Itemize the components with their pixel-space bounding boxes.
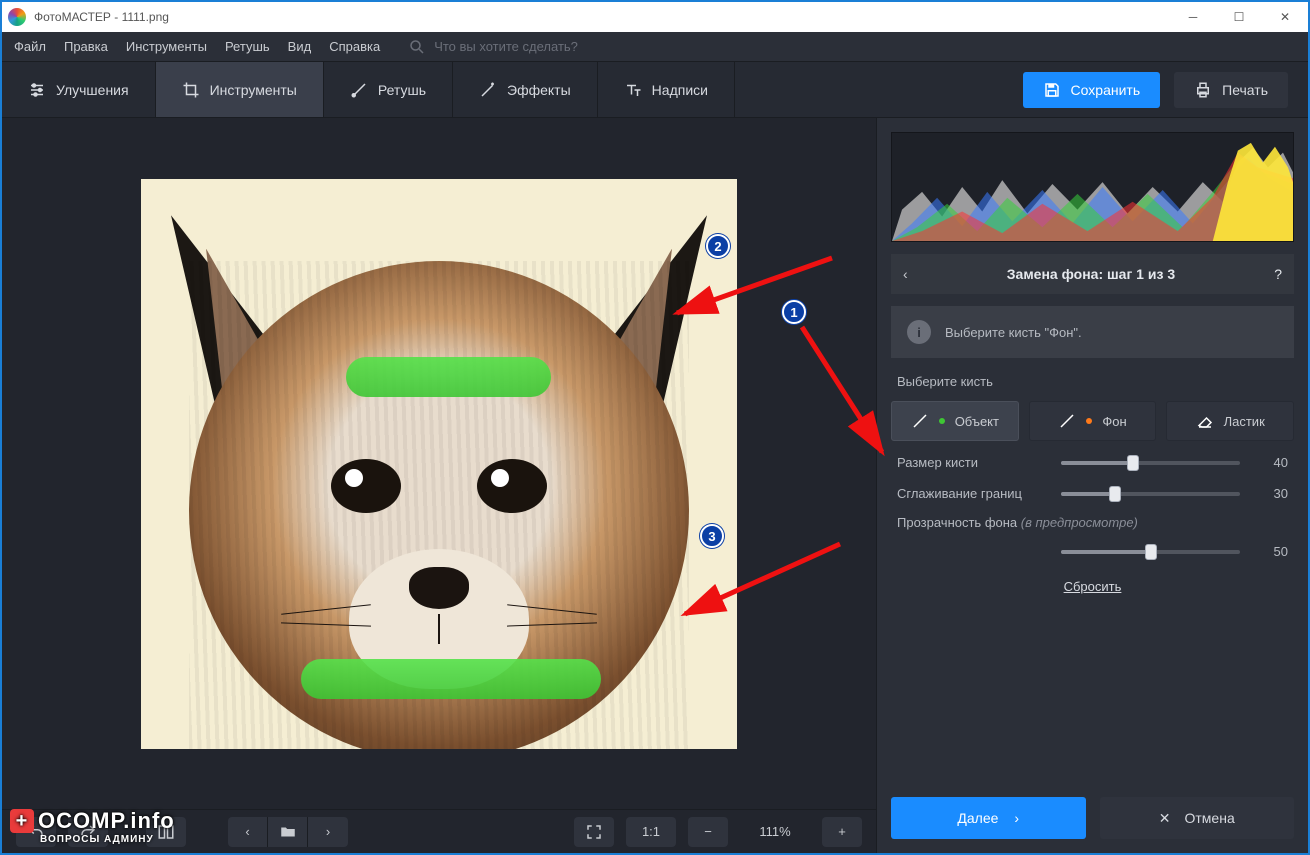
menubar: Файл Правка Инструменты Ретушь Вид Справ…: [2, 32, 1308, 62]
brush-icon: [350, 81, 368, 99]
tab-effects[interactable]: Эффекты: [453, 62, 598, 117]
tab-label: Ретушь: [378, 82, 426, 98]
save-button[interactable]: Сохранить: [1023, 72, 1161, 108]
reset-link[interactable]: Сбросить: [891, 573, 1294, 600]
print-icon: [1194, 81, 1212, 99]
fit-screen-button[interactable]: [574, 817, 614, 847]
sliders-icon: [28, 81, 46, 99]
plus-icon: +: [10, 809, 34, 833]
tab-label: Надписи: [652, 82, 708, 98]
save-label: Сохранить: [1071, 82, 1141, 98]
window-minimize-button[interactable]: ─: [1170, 2, 1216, 32]
panel-header: ‹ Замена фона: шаг 1 из 3 ?: [891, 254, 1294, 294]
eraser-icon: [1196, 412, 1214, 430]
crop-icon: [182, 81, 200, 99]
histogram[interactable]: [891, 132, 1294, 242]
tab-label: Инструменты: [210, 82, 297, 98]
feather-slider[interactable]: [1061, 492, 1240, 496]
prev-image-button[interactable]: ‹: [228, 817, 268, 847]
annotation-arrow-3: [670, 534, 850, 628]
print-label: Печать: [1222, 82, 1268, 98]
window-close-button[interactable]: ✕: [1262, 2, 1308, 32]
window-maximize-button[interactable]: ☐: [1216, 2, 1262, 32]
brush-size-value: 40: [1254, 455, 1288, 470]
window-title: ФотоМАСТЕР - 1111.png: [34, 10, 169, 24]
menu-help[interactable]: Справка: [329, 39, 380, 54]
feather-label: Сглаживание границ: [897, 486, 1047, 501]
image-canvas[interactable]: [141, 179, 737, 749]
annotation-badge-1: 1: [782, 300, 806, 324]
print-button[interactable]: Печать: [1174, 72, 1288, 108]
object-mask-stroke: [301, 659, 601, 699]
menu-tools[interactable]: Инструменты: [126, 39, 207, 54]
open-folder-button[interactable]: [268, 817, 308, 847]
annotation-badge-3: 3: [700, 524, 724, 548]
panel-back-button[interactable]: ‹: [903, 266, 908, 282]
next-button[interactable]: Далее ›: [891, 797, 1086, 839]
search-icon: [408, 38, 426, 56]
save-icon: [1043, 81, 1061, 99]
annotation-badge-2: 2: [706, 234, 730, 258]
tab-label: Улучшения: [56, 82, 129, 98]
panel-help-button[interactable]: ?: [1274, 266, 1282, 282]
tab-enhance[interactable]: Улучшения: [2, 62, 156, 117]
annotation-arrow-1: [792, 322, 992, 462]
menu-file[interactable]: Файл: [14, 39, 46, 54]
close-icon: ✕: [1159, 810, 1171, 827]
brush-icon: [1058, 412, 1076, 430]
menu-edit[interactable]: Правка: [64, 39, 108, 54]
titlebar: ФотоМАСТЕР - 1111.png ─ ☐ ✕: [2, 2, 1308, 32]
zoom-value: 111%: [740, 824, 810, 839]
opacity-label: Прозрачность фона: [897, 515, 1017, 530]
zoom-1to1-button[interactable]: 1:1: [626, 817, 676, 847]
properties-sidebar: ‹ Замена фона: шаг 1 из 3 ? i Выберите к…: [876, 118, 1308, 853]
zoom-in-button[interactable]: +: [822, 817, 862, 847]
search-input[interactable]: [434, 39, 654, 54]
feather-value: 30: [1254, 486, 1288, 501]
menu-view[interactable]: Вид: [288, 39, 312, 54]
bg-opacity-slider[interactable]: [1061, 550, 1240, 554]
watermark: +OCOMP.info ВОПРОСЫ АДМИНУ: [10, 809, 175, 845]
app-logo-icon: [8, 8, 26, 26]
tab-tools[interactable]: Инструменты: [156, 62, 324, 117]
wand-icon: [479, 81, 497, 99]
tab-retouch[interactable]: Ретушь: [324, 62, 453, 117]
menu-retouch[interactable]: Ретушь: [225, 39, 270, 54]
chevron-right-icon: ›: [1014, 810, 1019, 826]
tab-text[interactable]: Надписи: [598, 62, 735, 117]
mode-tabs: Улучшения Инструменты Ретушь Эффекты Над…: [2, 62, 1308, 118]
brush-background-button[interactable]: Фон: [1029, 401, 1157, 441]
zoom-out-button[interactable]: −: [688, 817, 728, 847]
brush-size-slider[interactable]: [1061, 461, 1240, 465]
object-mask-stroke: [346, 357, 551, 397]
opacity-note: (в предпросмотре): [1021, 515, 1138, 530]
cancel-button[interactable]: ✕ Отмена: [1100, 797, 1295, 839]
next-image-button[interactable]: ›: [308, 817, 348, 847]
bg-opacity-value: 50: [1254, 544, 1288, 559]
panel-title: Замена фона: шаг 1 из 3: [918, 266, 1265, 282]
tab-label: Эффекты: [507, 82, 571, 98]
text-icon: [624, 81, 642, 99]
annotation-arrow-2: [662, 248, 842, 328]
brush-eraser-button[interactable]: Ластик: [1166, 401, 1294, 441]
